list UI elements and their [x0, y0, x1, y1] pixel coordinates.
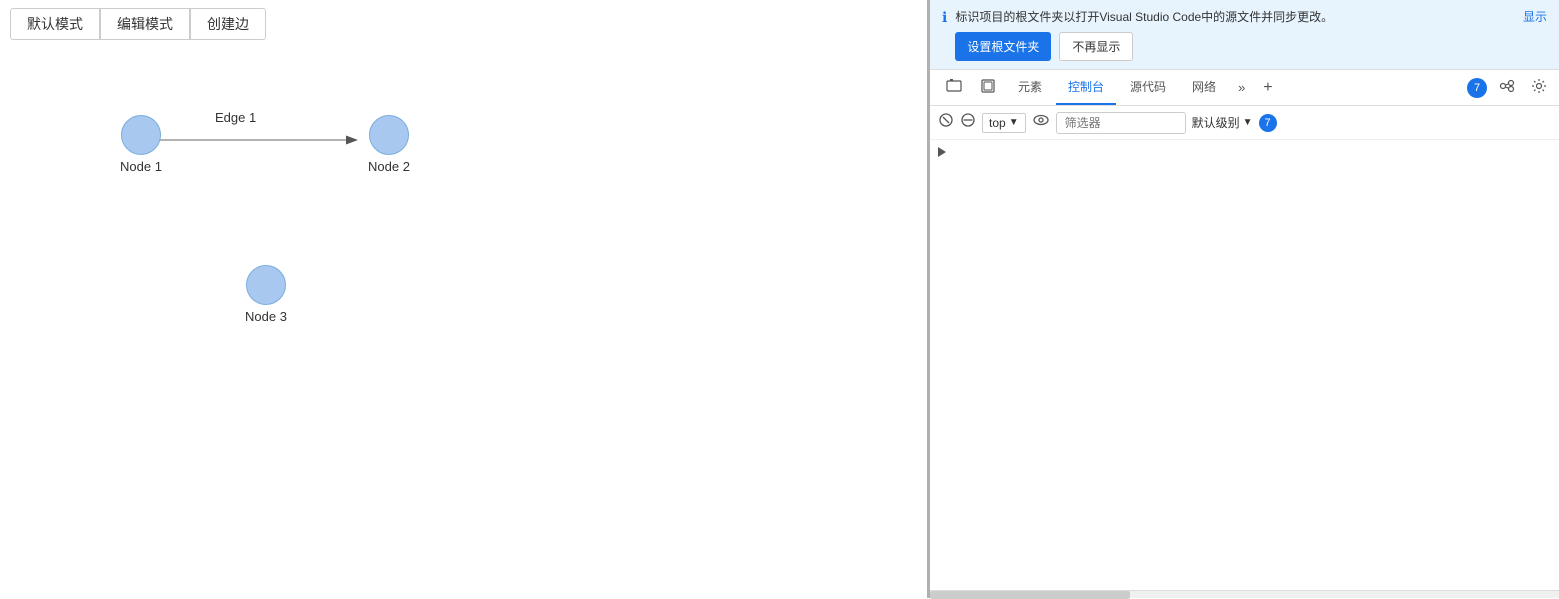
chevron-right-icon [938, 147, 946, 157]
layers-tab-icon[interactable] [972, 72, 1004, 103]
clear-console-icon[interactable] [938, 112, 954, 133]
show-link[interactable]: 显示 [1523, 8, 1547, 25]
level-label: 默认级别 [1192, 114, 1240, 131]
settings-icon[interactable] [1527, 76, 1551, 100]
context-selector[interactable]: top ▼ [982, 113, 1026, 133]
devtools-tabs-bar: 元素 控制台 源代码 网络 » + 7 [930, 70, 1559, 106]
edge-label: Edge 1 [215, 110, 256, 125]
add-tab-icon[interactable]: + [1255, 73, 1280, 103]
node2-label: Node 2 [368, 159, 410, 174]
default-mode-button[interactable]: 默认模式 [10, 8, 100, 40]
node3-circle [246, 265, 286, 305]
screenshot-tab-icon[interactable] [938, 72, 970, 103]
block-icon[interactable] [960, 112, 976, 133]
toolbar: 默认模式 编辑模式 创建边 [0, 0, 276, 48]
bottom-scrollbar[interactable] [930, 590, 1559, 598]
filter-input[interactable] [1056, 112, 1186, 134]
info-icon: ℹ [942, 9, 947, 26]
graph-panel: 默认模式 编辑模式 创建边 Edge 1 Node 1 Node 2 [0, 0, 930, 598]
level-badge: 7 [1259, 114, 1277, 132]
info-text: 标识项目的根文件夹以打开Visual Studio Code中的源文件并同步更改… [955, 8, 1333, 26]
context-label: top [989, 116, 1006, 130]
console-expand-row[interactable] [938, 144, 1551, 160]
dont-show-button[interactable]: 不再显示 [1059, 32, 1133, 61]
node3-label: Node 3 [245, 309, 287, 324]
info-content: 标识项目的根文件夹以打开Visual Studio Code中的源文件并同步更改… [955, 8, 1333, 61]
node2-circle [369, 115, 409, 155]
console-content [930, 140, 1559, 590]
more-tabs-icon[interactable]: » [1230, 74, 1253, 101]
level-chevron: ▼ [1243, 117, 1253, 128]
devtools-actions: 7 [1467, 76, 1551, 100]
tab-elements[interactable]: 元素 [1006, 70, 1054, 105]
level-selector[interactable]: 默认级别 ▼ [1192, 114, 1253, 131]
context-chevron: ▼ [1009, 117, 1019, 128]
node1-label: Node 1 [120, 159, 162, 174]
node3[interactable]: Node 3 [245, 265, 287, 324]
edit-mode-button[interactable]: 编辑模式 [100, 8, 190, 40]
error-badge: 7 [1467, 78, 1487, 98]
set-root-folder-button[interactable]: 设置根文件夹 [955, 32, 1051, 61]
node2[interactable]: Node 2 [368, 115, 410, 174]
console-toolbar: top ▼ 默认级别 ▼ 7 [930, 106, 1559, 140]
graph-canvas: Edge 1 Node 1 Node 2 Node 3 [0, 50, 927, 598]
node1-circle [121, 115, 161, 155]
tab-sources[interactable]: 源代码 [1118, 70, 1178, 105]
tab-console[interactable]: 控制台 [1056, 70, 1116, 105]
info-actions: 设置根文件夹 不再显示 [955, 32, 1333, 61]
node1[interactable]: Node 1 [120, 115, 162, 174]
create-edge-button[interactable]: 创建边 [190, 8, 266, 40]
info-banner: ℹ 标识项目的根文件夹以打开Visual Studio Code中的源文件并同步… [930, 0, 1559, 70]
eye-icon[interactable] [1032, 112, 1050, 133]
connect-icon[interactable] [1495, 76, 1519, 100]
devtools-panel: ℹ 标识项目的根文件夹以打开Visual Studio Code中的源文件并同步… [930, 0, 1559, 598]
tab-network[interactable]: 网络 [1180, 70, 1228, 105]
